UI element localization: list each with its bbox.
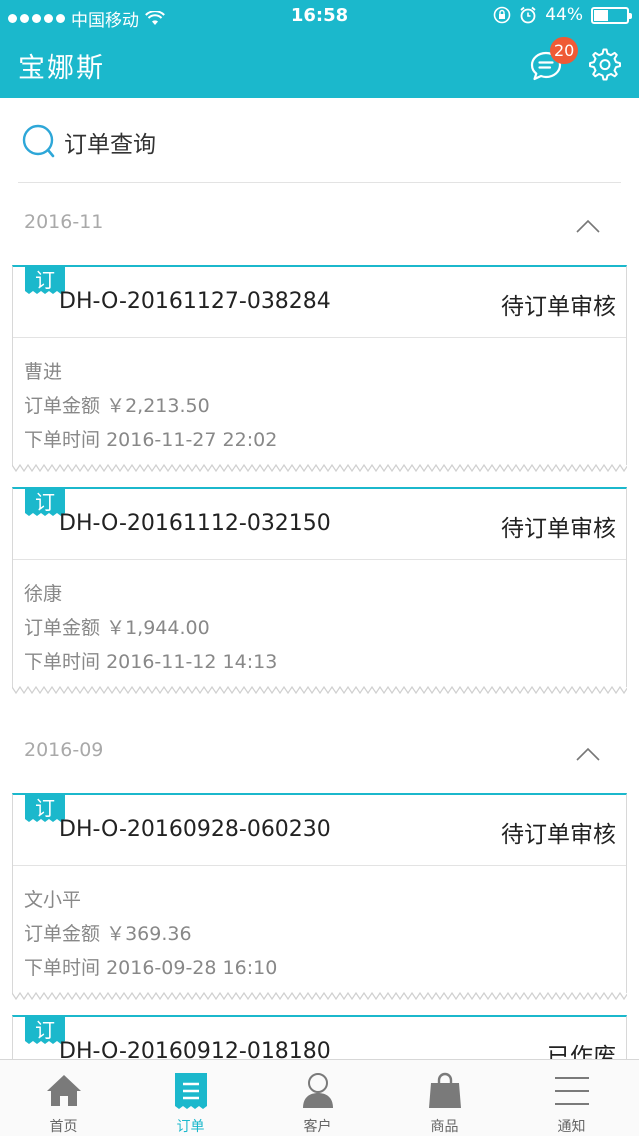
battery-percent: 44% xyxy=(545,5,583,25)
order-amount: ￥369.36 xyxy=(106,923,192,945)
tab-label: 商品 xyxy=(430,1119,459,1135)
user-icon xyxy=(303,1073,333,1108)
order-list-screen: 中国移动 16:58 44% 宝娜斯 20 订单查询 2016-11 订 DH-… xyxy=(0,0,639,1136)
alarm-clock-icon xyxy=(520,6,536,24)
order-amount-label: 订单金额 xyxy=(24,617,101,639)
card-divider xyxy=(13,337,626,338)
card-zigzag-edge xyxy=(12,463,627,473)
order-amount-row: 订单金额 ￥1,944.00 xyxy=(24,613,210,640)
search-icon xyxy=(22,124,55,158)
order-amount: ￥2,213.50 xyxy=(106,395,210,417)
tab-orders[interactable]: 订单 xyxy=(127,1060,254,1136)
card-divider xyxy=(13,559,626,560)
order-number: DH-O-20161112-032150 xyxy=(59,511,331,536)
order-tag-label: 订 xyxy=(35,268,55,292)
tab-customers[interactable]: 客户 xyxy=(254,1060,381,1136)
tab-label: 通知 xyxy=(557,1119,586,1135)
order-amount-label: 订单金额 xyxy=(24,923,101,945)
chevron-up-icon[interactable] xyxy=(576,747,600,761)
gear-icon xyxy=(589,48,621,81)
order-amount: ￥1,944.00 xyxy=(106,617,210,639)
card-zigzag-edge xyxy=(12,991,627,1001)
order-time: 2016-11-12 14:13 xyxy=(106,651,278,673)
order-card[interactable]: 订 DH-O-20161127-038284 待订单审核 曹进 订单金额 ￥2,… xyxy=(12,265,627,473)
shopping-bag-icon xyxy=(429,1072,461,1108)
search-divider xyxy=(18,182,621,183)
order-time-row: 下单时间 2016-09-28 16:10 xyxy=(24,953,277,980)
order-number: DH-O-20161127-038284 xyxy=(59,289,331,314)
tab-notifications[interactable]: 通知 xyxy=(508,1060,635,1136)
battery-icon xyxy=(591,6,632,24)
order-status: 待订单审核 xyxy=(501,294,616,320)
menu-lines-icon xyxy=(555,1077,589,1105)
order-time-row: 下单时间 2016-11-12 14:13 xyxy=(24,647,277,674)
status-right: 44% xyxy=(493,5,632,25)
order-card[interactable]: 订 DH-O-20160928-060230 待订单审核 文小平 订单金额 ￥3… xyxy=(12,793,627,1001)
month-header: 2016-09 xyxy=(24,739,104,761)
app-header: 中国移动 16:58 44% 宝娜斯 20 xyxy=(0,0,639,98)
battery-fill xyxy=(594,9,609,21)
card-divider xyxy=(13,865,626,866)
customer-name: 文小平 xyxy=(24,889,82,911)
tab-label: 首页 xyxy=(49,1119,78,1135)
tab-products[interactable]: 商品 xyxy=(381,1060,508,1136)
order-tag-label: 订 xyxy=(35,490,55,514)
bottom-tab-bar: 首页 订单 客户 商品 通知 xyxy=(0,1059,639,1136)
order-status: 待订单审核 xyxy=(501,822,616,848)
tab-home[interactable]: 首页 xyxy=(0,1060,127,1136)
card-zigzag-edge xyxy=(12,685,627,695)
tab-label: 客户 xyxy=(303,1119,332,1135)
order-time: 2016-09-28 16:10 xyxy=(106,957,278,979)
message-count-badge: 20 xyxy=(550,37,579,64)
home-icon xyxy=(47,1075,81,1106)
tab-label: 订单 xyxy=(176,1119,205,1135)
order-amount-row: 订单金额 ￥2,213.50 xyxy=(24,391,210,418)
chevron-up-icon[interactable] xyxy=(576,219,600,233)
order-time-label: 下单时间 xyxy=(24,957,101,979)
month-header: 2016-11 xyxy=(24,211,104,233)
order-search-button[interactable]: 订单查询 xyxy=(22,124,156,160)
customer-name: 徐康 xyxy=(24,583,63,605)
page-title: 宝娜斯 xyxy=(18,53,105,84)
order-status: 待订单审核 xyxy=(501,516,616,542)
order-time-label: 下单时间 xyxy=(24,651,101,673)
order-time: 2016-11-27 22:02 xyxy=(106,429,278,451)
order-list-icon xyxy=(175,1073,207,1109)
order-card[interactable]: 订 DH-O-20161112-032150 待订单审核 徐康 订单金额 ￥1,… xyxy=(12,487,627,695)
status-bar: 中国移动 16:58 44% xyxy=(0,0,639,34)
order-number: DH-O-20160928-060230 xyxy=(59,817,331,842)
order-tag-label: 订 xyxy=(35,796,55,820)
settings-button[interactable] xyxy=(588,48,622,82)
order-amount-row: 订单金额 ￥369.36 xyxy=(24,919,192,946)
order-time-row: 下单时间 2016-11-27 22:02 xyxy=(24,425,277,452)
customer-name: 曹进 xyxy=(24,361,63,383)
search-label: 订单查询 xyxy=(64,132,156,158)
order-time-label: 下单时间 xyxy=(24,429,101,451)
order-tag-label: 订 xyxy=(35,1018,55,1042)
rotation-lock-icon xyxy=(493,6,511,24)
order-amount-label: 订单金额 xyxy=(24,395,101,417)
